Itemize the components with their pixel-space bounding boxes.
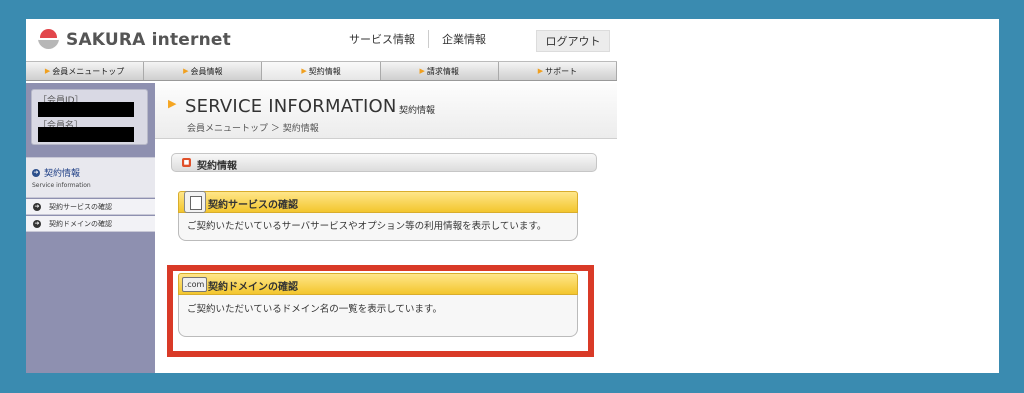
tab-arrow-icon: ▶	[537, 67, 544, 75]
highlight-box	[167, 265, 594, 357]
card-header[interactable]: 契約サービスの確認	[178, 191, 578, 213]
member-id-redacted	[38, 102, 134, 117]
sidebar-heading-label: 契約情報	[44, 169, 81, 179]
card-description: ご契約いただいているサーバサービスやオプション等の利用情報を表示しています。	[178, 213, 578, 241]
title-arrow-icon: ▶	[168, 97, 177, 110]
top-nav: サービス情報 企業情報	[336, 30, 499, 48]
browser-page: SAKURA internet サービス情報 企業情報 ログアウト ▶ 会員メニュ…	[26, 19, 999, 373]
arrow-circle-icon: ➜	[33, 219, 41, 228]
brand-name: SAKURA internet	[66, 29, 231, 50]
section-title: 契約情報	[197, 161, 237, 172]
section-icon: ■	[182, 158, 191, 167]
page-title: SERVICE INFORMATION	[185, 96, 397, 117]
sidebar: ［会員ID］ ［会員名］ ➜ 契約情報 Service information …	[26, 83, 155, 373]
sakura-logo[interactable]: SAKURA internet	[38, 28, 231, 51]
card-service-confirm: 契約サービスの確認 ご契約いただいているサーバサービスやオプション等の利用情報を…	[178, 191, 578, 241]
tab-arrow-icon: ▶	[419, 67, 425, 75]
sidebar-heading: ➜ 契約情報 Service information	[26, 157, 155, 198]
section-header: ■ 契約情報	[171, 153, 597, 172]
member-info-box: ［会員ID］ ［会員名］	[31, 89, 148, 145]
tab-member-top[interactable]: ▶ 会員メニュートップ	[26, 62, 145, 80]
sakura-logo-icon	[38, 28, 61, 51]
main-tab-bar: ▶ 会員メニュートップ ▶ 会員情報 ▶ 契約情報 ▶ 請求情報 ▶ サポート	[26, 61, 618, 81]
sidebar-item-domain-confirm[interactable]: ➜ 契約ドメインの確認	[26, 216, 155, 232]
page-subtitle: 契約情報	[399, 106, 436, 116]
company-info-link[interactable]: 企業情報	[429, 31, 499, 47]
logout-button[interactable]: ログアウト	[536, 30, 610, 52]
sidebar-heading-en: Service information	[32, 182, 91, 189]
member-name-redacted	[38, 127, 134, 142]
arrow-circle-icon: ➜	[33, 202, 41, 211]
tab-arrow-icon: ▶	[183, 67, 189, 75]
breadcrumb: 会員メニュートップ ＞ 契約情報	[187, 124, 319, 134]
tab-contract-info[interactable]: ▶ 契約情報	[262, 62, 381, 80]
tab-arrow-icon: ▶	[44, 67, 51, 75]
info-icon: ➜	[32, 169, 40, 177]
tab-support[interactable]: ▶ サポート	[498, 62, 618, 80]
service-info-link[interactable]: サービス情報	[336, 31, 428, 47]
tab-arrow-icon: ▶	[301, 67, 307, 75]
tab-member-info[interactable]: ▶ 会員情報	[144, 62, 263, 80]
sidebar-item-service-confirm[interactable]: ➜ 契約サービスの確認	[26, 199, 155, 215]
document-icon	[184, 191, 206, 213]
page-header: ▶ SERVICE INFORMATION 契約情報 会員メニュートップ ＞ 契…	[155, 83, 617, 139]
tab-billing-info[interactable]: ▶ 請求情報	[380, 62, 499, 80]
card-title[interactable]: 契約サービスの確認	[208, 196, 298, 211]
